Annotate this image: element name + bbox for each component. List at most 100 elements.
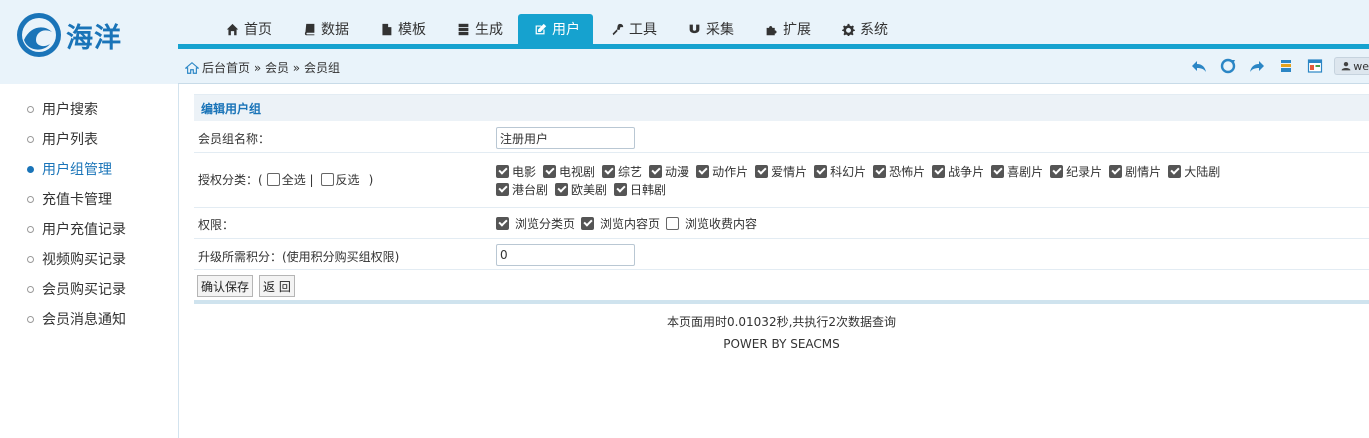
logo-text: 海洋 [66,22,122,54]
nav-home[interactable]: 首页 [210,14,285,44]
category-option[interactable]: 纪录片 [1050,163,1102,179]
footer: 本页面用时0.01032秒,共执行2次数据查询 POWER BY SEACMS [194,311,1369,355]
wave-logo-icon [17,13,61,57]
category-list: 电影 电视剧 综艺 动漫 动作片 爱情片 科幻片 恐怖片 战争片 喜剧片 纪录片 剧情片 大陆剧港台剧 欧… [496,163,1256,197]
nav-collect[interactable]: 采集 [672,14,747,44]
category-option[interactable]: 电视剧 [543,163,595,179]
select-all-toggle[interactable]: 全选 | [266,171,314,188]
permission-checkbox[interactable] [581,217,595,230]
nav-user[interactable]: 用户 [518,14,593,44]
header: 海洋 首页 数据 模板 生成 用户 工具 采集 扩展 系统 后台首页 » 会员 … [0,0,1369,84]
sidebar-item-recharge-log[interactable]: 用户充值记录 [0,214,178,244]
category-checkbox[interactable] [555,182,569,196]
points-input[interactable] [496,244,635,266]
permission-checkbox[interactable] [496,217,509,230]
refresh-button[interactable] [1219,57,1237,75]
category-option[interactable]: 科幻片 [814,163,866,179]
footer-power: POWER BY SEACMS [723,337,840,351]
category-option-label: 动漫 [665,164,690,179]
points-row: 升级所需积分：(使用积分购买组权限) [194,239,1369,270]
group-name-input[interactable] [496,127,635,149]
back-button[interactable]: 返 回 [259,275,295,297]
nav-template[interactable]: 模板 [364,14,439,44]
bullet-icon [27,255,34,263]
group-name-label: 会员组名称： [198,132,271,146]
clear-cache-button[interactable] [1277,57,1295,75]
category-checkbox[interactable] [649,164,663,178]
sidebar-item-member-notify[interactable]: 会员消息通知 [0,304,178,334]
category-checkbox[interactable] [1109,164,1123,178]
category-checkbox[interactable] [496,164,509,178]
permission-checkbox[interactable] [666,217,680,230]
gear-icon [842,23,855,36]
sidebar-item-user-list[interactable]: 用户列表 [0,124,178,154]
category-checkbox[interactable] [602,164,616,178]
back-button[interactable] [1190,57,1208,75]
window-icon [1308,59,1323,73]
category-option[interactable]: 日韩剧 [614,181,666,197]
category-option[interactable]: 喜剧片 [991,163,1043,179]
sidebar-menu: 用户搜索 用户列表 用户组管理 充值卡管理 用户充值记录 视频购买记录 会员购买… [0,84,178,334]
category-option[interactable]: 爱情片 [755,163,807,179]
category-option[interactable]: 综艺 [602,163,642,179]
breadcrumb: 后台首页 » 会员 » 会员组 [185,59,340,76]
category-checkbox[interactable] [814,164,828,178]
server-icon [457,23,470,36]
category-option[interactable]: 欧美剧 [555,181,607,197]
sidebar-item-member-purchase[interactable]: 会员购买记录 [0,274,178,304]
sidebar-item-label: 用户组管理 [42,162,112,178]
category-option[interactable]: 战争片 [932,163,984,179]
points-label: 升级所需积分：(使用积分购买组权限) [198,250,400,264]
category-checkbox[interactable] [755,164,769,178]
forward-button[interactable] [1248,57,1266,75]
sidebar: 用户搜索 用户列表 用户组管理 充值卡管理 用户充值记录 视频购买记录 会员购买… [0,84,179,438]
category-option[interactable]: 动漫 [649,163,689,179]
permission-option[interactable]: 浏览内容页 [581,215,660,232]
category-option[interactable]: 恐怖片 [873,163,925,179]
category-option[interactable]: 电影 [496,163,536,179]
nav-tools[interactable]: 工具 [595,14,670,44]
nav-extend[interactable]: 扩展 [749,14,824,44]
sidebar-item-video-purchase[interactable]: 视频购买记录 [0,244,178,274]
select-all-checkbox[interactable] [266,173,280,186]
save-button[interactable]: 确认保存 [197,275,254,297]
breadcrumb-text[interactable]: 后台首页 » 会员 » 会员组 [202,59,340,76]
permission-option[interactable]: 浏览收费内容 [666,215,757,232]
nav-system[interactable]: 系统 [826,14,901,44]
sidebar-item-card-manage[interactable]: 充值卡管理 [0,184,178,214]
top-nav: 首页 数据 模板 生成 用户 工具 采集 扩展 系统 [210,14,903,44]
category-option[interactable]: 剧情片 [1109,163,1161,179]
user-menu[interactable]: we [1334,57,1369,75]
category-option[interactable]: 动作片 [696,163,748,179]
form-title: 编辑用户组 [194,94,1369,121]
category-option-label: 日韩剧 [630,182,667,197]
category-option[interactable]: 港台剧 [496,181,548,197]
bullet-icon [27,285,34,293]
category-checkbox[interactable] [696,164,710,178]
content-divider [194,300,1369,304]
category-option-label: 电影 [512,164,537,179]
invert-checkbox[interactable] [320,173,334,186]
category-checkbox[interactable] [1050,164,1064,178]
sidebar-item-user-groups[interactable]: 用户组管理 [0,154,178,184]
layout-button[interactable] [1306,57,1324,75]
category-checkbox[interactable] [932,164,946,178]
category-checkbox[interactable] [873,164,887,178]
category-checkbox[interactable] [991,164,1005,178]
permission-option[interactable]: 浏览分类页 [496,215,575,232]
breadcrumb-bar: 后台首页 » 会员 » 会员组 we [178,49,1369,84]
nav-generate[interactable]: 生成 [441,14,516,44]
category-checkbox[interactable] [614,182,628,196]
invert-toggle[interactable]: 反选 [320,171,360,188]
category-option[interactable]: 大陆剧 [1168,163,1220,179]
category-checkbox[interactable] [1168,164,1182,178]
category-option-label: 电视剧 [559,164,596,179]
category-checkbox[interactable] [543,164,557,178]
nav-data[interactable]: 数据 [287,14,362,44]
logo[interactable]: 海洋 [14,10,134,60]
bullet-icon [27,165,34,173]
sidebar-item-user-search[interactable]: 用户搜索 [0,94,178,124]
category-checkbox[interactable] [496,182,509,196]
category-option-label: 剧情片 [1125,164,1162,179]
sidebar-item-label: 会员消息通知 [42,312,126,328]
